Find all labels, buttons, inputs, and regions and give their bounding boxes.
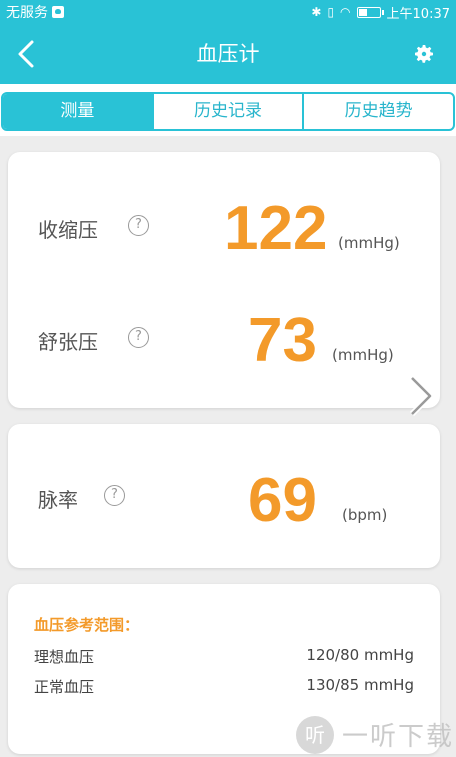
tab-trend[interactable]: 历史趋势 bbox=[302, 94, 453, 129]
watermark-text: 一听下载 bbox=[342, 722, 455, 752]
systolic-help-icon[interactable]: ? bbox=[128, 215, 149, 236]
pulse-unit: (bpm) bbox=[342, 506, 388, 524]
blood-pressure-card: 收缩压 ? 122 (mmHg) 舒张压 ? 73 (mmHg) bbox=[8, 152, 440, 408]
diastolic-value: 73 bbox=[248, 306, 317, 375]
reference-item: 正常血压 130/85 mmHg bbox=[34, 676, 414, 697]
status-bar: 无服务 ✱ ▯ ◠ 上午10:37 bbox=[0, 0, 456, 24]
diastolic-label: 舒张压 bbox=[38, 330, 98, 354]
diastolic-unit: (mmHg) bbox=[332, 346, 394, 364]
watermark-logo: 听 bbox=[296, 715, 334, 754]
battery-icon bbox=[356, 6, 384, 18]
app-header: 血压计 bbox=[0, 24, 456, 84]
systolic-label: 收缩压 bbox=[38, 218, 98, 242]
diastolic-row: 舒张压 ? 73 (mmHg) bbox=[8, 300, 440, 380]
watermark: 听 一听下载 bbox=[296, 712, 456, 757]
pulse-label: 脉率 bbox=[38, 488, 78, 512]
status-time: 上午10:37 bbox=[386, 6, 450, 22]
reference-item-label: 正常血压 bbox=[34, 678, 95, 696]
carrier-label: 无服务 bbox=[6, 5, 48, 21]
tab-history[interactable]: 历史记录 bbox=[151, 94, 303, 129]
reference-item-label: 理想血压 bbox=[34, 648, 95, 666]
sim-icon bbox=[52, 6, 64, 18]
tab-bar: 测量 历史记录 历史趋势 bbox=[0, 84, 456, 136]
reference-item-value: 120/80 mmHg bbox=[306, 646, 414, 664]
gear-icon[interactable] bbox=[412, 42, 436, 66]
vibrate-icon: ▯ bbox=[327, 5, 335, 19]
tab-measure[interactable]: 测量 bbox=[3, 94, 152, 129]
diastolic-help-icon[interactable]: ? bbox=[128, 327, 149, 348]
pulse-help-icon[interactable]: ? bbox=[104, 485, 125, 506]
reference-item-value: 130/85 mmHg bbox=[306, 676, 414, 694]
pulse-card: 脉率 ? 69 (bpm) bbox=[8, 424, 440, 568]
bluetooth-icon: ✱ bbox=[311, 5, 322, 19]
wifi-icon: ◠ bbox=[340, 5, 351, 19]
systolic-value: 122 bbox=[224, 194, 328, 263]
systolic-row: 收缩压 ? 122 (mmHg) bbox=[8, 188, 440, 268]
pulse-row: 脉率 ? 69 (bpm) bbox=[8, 456, 440, 536]
pulse-value: 69 bbox=[248, 466, 317, 535]
page-title: 血压计 bbox=[196, 42, 260, 66]
chevron-right-icon[interactable] bbox=[404, 374, 440, 418]
reference-heading: 血压参考范围： bbox=[34, 616, 140, 634]
systolic-unit: (mmHg) bbox=[338, 234, 400, 252]
reference-item: 理想血压 120/80 mmHg bbox=[34, 646, 414, 667]
